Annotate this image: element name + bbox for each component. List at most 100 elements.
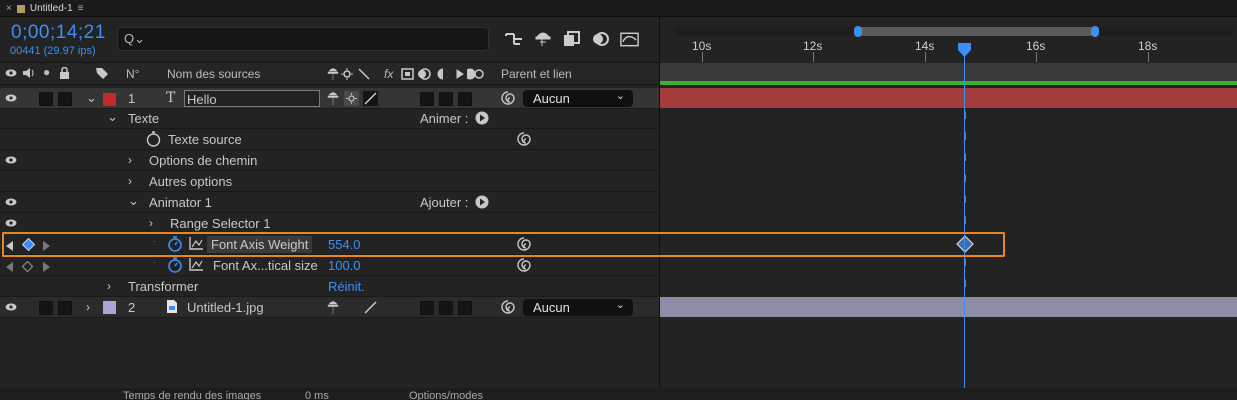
solo-icon[interactable]: ● [43, 65, 50, 79]
layer-number: 2 [128, 300, 136, 315]
motion-blur-icon[interactable] [590, 28, 611, 49]
frame-blending-icon[interactable] [561, 28, 582, 49]
expand-chevron-right-icon[interactable]: › [128, 174, 132, 188]
shy-layers-icon[interactable] [532, 28, 553, 49]
pick-whip-icon[interactable] [500, 299, 516, 318]
visibility-eye-icon[interactable] [5, 196, 17, 210]
expand-chevron-right-icon[interactable]: › [149, 216, 153, 230]
composition-icon [16, 4, 25, 13]
source-name-header[interactable]: Nom des sources [167, 67, 260, 81]
expand-chevron-right-icon[interactable]: › [86, 300, 90, 314]
chevron-down-icon: ⌄ [615, 299, 625, 311]
solo-switch[interactable] [39, 301, 53, 315]
time-navigator-range[interactable] [857, 27, 1094, 36]
graph-icon[interactable] [189, 258, 203, 274]
render-time-value: 0 ms [305, 390, 329, 400]
group-label: Range Selector 1 [170, 216, 271, 231]
switch-box-3[interactable] [458, 92, 472, 106]
image-file-icon [166, 299, 178, 317]
layer-name[interactable]: Untitled-1.jpg [187, 300, 264, 315]
visibility-eye-icon[interactable] [5, 154, 17, 168]
keyframe-marker: I [963, 131, 967, 143]
property-value[interactable]: 100.0 [328, 258, 361, 273]
switch-box-2[interactable] [439, 301, 453, 315]
tab-menu-icon[interactable]: ≡ [78, 3, 84, 14]
lock-switch[interactable] [58, 301, 72, 315]
composition-tab[interactable]: × Untitled-1 ≡ [0, 0, 90, 17]
property-font-axis-vertical[interactable]: · Font Ax...tical size 100.0 [0, 255, 659, 276]
close-tab-icon[interactable]: × [6, 3, 12, 14]
layer-switches[interactable] [327, 299, 383, 318]
navigator-end-handle[interactable] [1091, 26, 1099, 37]
playhead-line[interactable] [964, 43, 965, 400]
fx-header: fx [384, 67, 394, 81]
label-color-swatch[interactable] [103, 93, 116, 106]
layer-switches[interactable] [327, 90, 383, 109]
solo-switch[interactable] [39, 92, 53, 106]
property-group-animator[interactable]: ⌄ Animator 1 Ajouter : [0, 192, 659, 213]
expand-chevron-down-icon[interactable]: ⌄ [107, 109, 118, 125]
reset-link[interactable]: Réinit. [328, 279, 365, 294]
composition-flowchart-icon[interactable] [503, 28, 524, 49]
video-visibility-icon[interactable] [5, 67, 17, 81]
playhead-handle[interactable] [958, 43, 971, 57]
expand-chevron-right-icon[interactable]: › [128, 153, 132, 167]
stopwatch-active-icon[interactable] [167, 257, 183, 276]
switch-box-1[interactable] [420, 301, 434, 315]
parent-dropdown[interactable]: Aucun ⌄ [523, 90, 633, 107]
stopwatch-icon[interactable] [146, 131, 161, 150]
parent-link-header: Parent et lien [501, 67, 572, 81]
group-label: Transformer [128, 279, 199, 294]
layer-bar-untitled-jpg[interactable] [660, 297, 1237, 317]
visibility-eye-icon[interactable] [5, 92, 17, 106]
label-color-swatch[interactable] [103, 301, 116, 314]
visibility-eye-icon[interactable] [5, 301, 17, 315]
property-group-transformer[interactable]: › Transformer Réinit. [0, 276, 659, 297]
layer-name-field[interactable]: Hello [184, 90, 320, 107]
keyframe-diamond-empty-icon[interactable] [21, 260, 34, 275]
search-icon: Q⌄ [124, 31, 146, 46]
navigator-start-handle[interactable] [854, 26, 862, 37]
audio-icon[interactable] [22, 67, 36, 82]
current-time-display[interactable]: 0;00;14;21 [11, 22, 106, 44]
property-group-autres-options[interactable]: › Autres options [0, 171, 659, 192]
prev-keyframe-icon[interactable] [6, 260, 14, 275]
pick-whip-icon[interactable] [500, 90, 516, 109]
label-tag-icon[interactable] [95, 67, 109, 83]
graph-editor-icon[interactable] [619, 28, 640, 49]
search-input[interactable]: Q⌄ [117, 27, 489, 51]
property-group-options-chemin[interactable]: › Options de chemin [0, 150, 659, 171]
expand-chevron-down-icon[interactable]: ⌄ [128, 193, 139, 209]
animate-play-button[interactable] [475, 111, 489, 128]
tick-label: 12s [803, 39, 823, 53]
render-time-label: Temps de rendu des images [123, 390, 262, 400]
switch-box-2[interactable] [439, 92, 453, 106]
property-group-range-selector[interactable]: › Range Selector 1 [0, 213, 659, 234]
keyframe-marker: I [963, 278, 967, 290]
group-label: Animator 1 [149, 195, 212, 210]
layer-bar-hello[interactable] [660, 88, 1237, 108]
expand-chevron-down-icon[interactable]: ⌄ [86, 90, 97, 106]
layer-row-untitled-jpg[interactable]: › 2 Untitled-1.jpg Aucun ⌄ [0, 297, 659, 318]
layer-row-hello[interactable]: ⌄ 1 T Hello Aucun ⌄ [0, 88, 659, 109]
switch-box-1[interactable] [420, 92, 434, 106]
switch-box-3[interactable] [458, 301, 472, 315]
tab-title: Untitled-1 [29, 3, 73, 14]
add-play-button[interactable] [475, 195, 489, 212]
expand-chevron-right-icon[interactable]: › [107, 279, 111, 293]
tab-bar: × Untitled-1 ≡ [0, 0, 1237, 17]
property-texte-source[interactable]: Texte source [0, 129, 659, 150]
toggle-switches-modes[interactable]: Options/modes [409, 390, 483, 400]
parent-dropdown[interactable]: Aucun ⌄ [523, 299, 633, 316]
time-ruler[interactable]: 10s 12s 14s 16s 18s [660, 17, 1237, 62]
next-keyframe-icon[interactable] [43, 260, 51, 275]
tick-mark [813, 52, 814, 62]
work-area-bar[interactable] [660, 63, 1237, 81]
property-group-texte[interactable]: ⌄ Texte Animer : [0, 108, 659, 129]
visibility-eye-icon[interactable] [5, 217, 17, 231]
pick-whip-icon[interactable] [516, 257, 532, 276]
lock-switch[interactable] [58, 92, 72, 106]
lock-icon[interactable] [59, 66, 70, 82]
pick-whip-icon[interactable] [516, 131, 532, 150]
tick-label: 14s [915, 39, 935, 53]
